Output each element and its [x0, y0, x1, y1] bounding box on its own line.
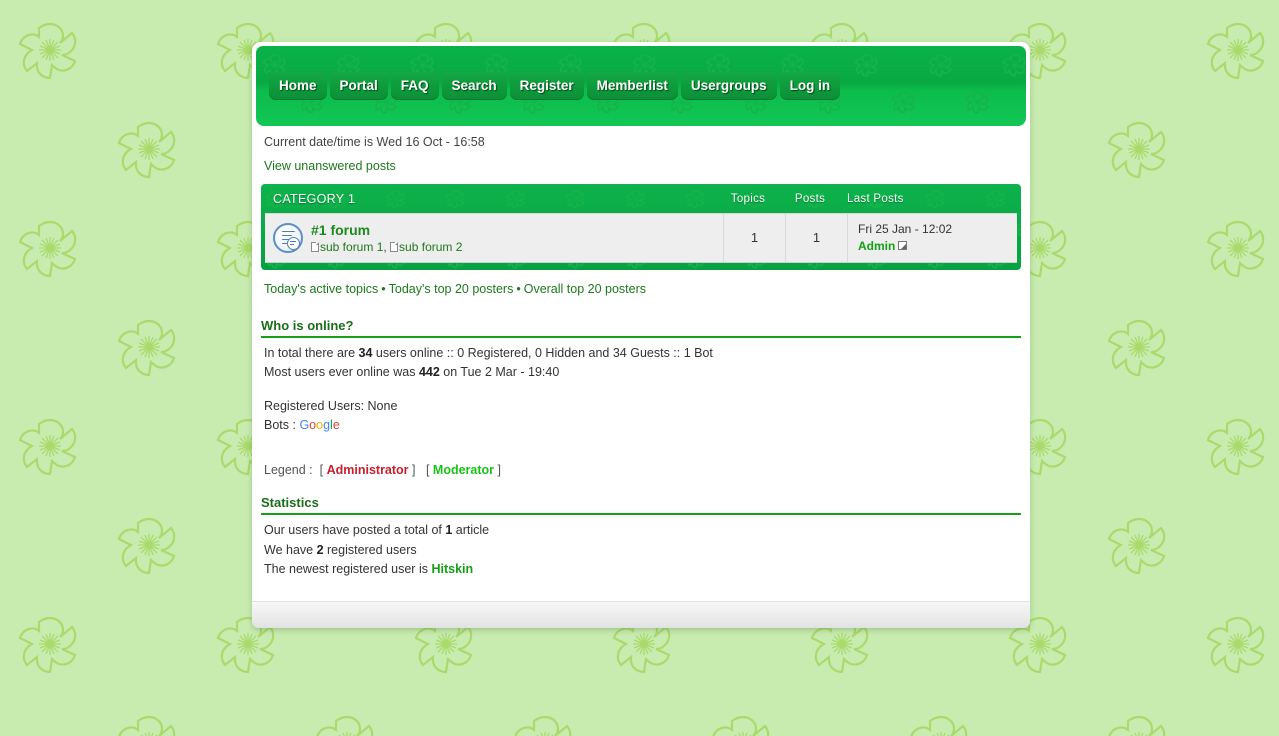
category-header: CATEGORY 1 Topics Posts Last Posts — [261, 184, 1021, 213]
online-total-line: In total there are 34 users online :: 0 … — [264, 344, 1024, 363]
page-icon — [390, 241, 399, 252]
stat-posted-prefix: Our users have posted a total of — [264, 523, 446, 538]
record-suffix: on Tue 2 Mar - 19:40 — [439, 365, 560, 380]
stat-newest-user: The newest registered user is Hitskin — [264, 560, 1024, 579]
topics-count-cell: 1 — [723, 214, 785, 262]
posts-count-cell: 1 — [785, 214, 847, 262]
view-last-post-icon[interactable] — [898, 241, 908, 251]
nav-item-search[interactable]: Search — [441, 72, 507, 100]
legend-bracket-open: [ — [425, 463, 430, 478]
main-navigation: Home Portal FAQ Search Register Memberli… — [269, 72, 841, 100]
who-is-online-heading: Who is online? — [261, 318, 1021, 338]
online-total-suffix: users online :: 0 Registered, 0 Hidden a… — [372, 345, 713, 360]
link-todays-top-20-posters[interactable]: Today's top 20 posters — [389, 282, 514, 296]
legend-bracket-close: ] — [497, 463, 501, 478]
stat-total-posts: Our users have posted a total of 1 artic… — [264, 521, 1024, 540]
nav-item-usergroups[interactable]: Usergroups — [680, 72, 777, 100]
online-record-line: Most users ever online was 442 on Tue 2 … — [264, 363, 1024, 382]
last-post-author-row: Admin — [858, 238, 1011, 255]
last-post-date: Fri 25 Jan - 12:02 — [858, 222, 953, 236]
category-title[interactable]: CATEGORY 1 — [273, 192, 717, 206]
last-post-cell: Fri 25 Jan - 12:02 Admin — [847, 214, 1017, 262]
legend-moderator: Moderator — [432, 463, 495, 478]
link-todays-active-topics[interactable]: Today's active topics — [264, 282, 378, 296]
record-count: 442 — [418, 365, 440, 380]
view-unanswered-posts-link[interactable]: View unanswered posts — [264, 159, 396, 173]
stat-posted-suffix: article — [452, 523, 490, 538]
subforum-link-1[interactable]: sub forum 1 — [320, 240, 383, 254]
link-separator: • — [516, 281, 521, 296]
statistics-body: Our users have posted a total of 1 artic… — [258, 515, 1024, 579]
quick-links-row: Today's active topics • Today's top 20 pos… — [258, 270, 1024, 296]
newest-user-link[interactable]: Hitskin — [431, 562, 473, 576]
who-is-online-body: In total there are 34 users online :: 0 … — [258, 338, 1024, 436]
nav-item-faq[interactable]: FAQ — [390, 72, 439, 100]
column-header-topics: Topics — [730, 192, 766, 205]
stat-users-suffix: registered users — [323, 542, 417, 557]
forum-info: #1 forum sub forum 1, sub forum 2 — [311, 222, 462, 254]
forum-page-container: Home Portal FAQ Search Register Memberli… — [252, 42, 1030, 628]
stat-users-count: 2 — [316, 542, 324, 557]
page-icon — [311, 241, 319, 252]
current-datetime: Current date/time is Wed 16 Oct - 16:58 — [264, 135, 485, 149]
legend-label: Legend : — [264, 463, 313, 478]
forum-title-link[interactable]: #1 forum — [311, 222, 370, 238]
registered-users-line: Registered Users: None — [264, 398, 398, 413]
forum-icon-badge — [287, 236, 300, 250]
online-total-count: 34 — [358, 345, 373, 360]
nav-item-register[interactable]: Register — [509, 72, 584, 100]
last-post-author-link[interactable]: Admin — [858, 239, 895, 253]
stat-registered-users: We have 2 registered users — [264, 541, 1024, 560]
legend-bracket-open: [ — [319, 463, 324, 478]
column-header-posts: Posts — [794, 192, 826, 205]
nav-item-portal[interactable]: Portal — [329, 72, 388, 100]
online-total-prefix: In total there are — [264, 345, 359, 360]
link-separator: • — [381, 281, 386, 296]
stat-users-prefix: We have — [264, 542, 317, 557]
nav-item-login[interactable]: Log in — [779, 72, 841, 100]
forum-category-block: CATEGORY 1 Topics Posts Last Posts #1 fo… — [261, 184, 1021, 270]
legend-bracket-close: ] — [412, 463, 416, 478]
column-header-last-posts: Last Posts — [847, 192, 904, 205]
record-prefix: Most users ever online was — [264, 365, 419, 380]
user-rank-legend: Legend : [ Administrator ] [ Moderator ] — [258, 435, 1024, 477]
subforum-separator: , — [383, 239, 391, 254]
forum-cell: #1 forum sub forum 1, sub forum 2 — [265, 214, 723, 262]
link-overall-top-20-posters[interactable]: Overall top 20 posters — [524, 282, 646, 296]
bots-label: Bots : — [264, 417, 300, 432]
legend-administrator: Administrator — [326, 463, 409, 478]
site-header: Home Portal FAQ Search Register Memberli… — [256, 46, 1026, 126]
bot-name-google[interactable]: Google — [299, 418, 339, 432]
stat-newest-prefix: The newest registered user is — [264, 562, 432, 577]
subforum-list: sub forum 1, sub forum 2 — [311, 240, 462, 254]
subforum-link-2[interactable]: sub forum 2 — [399, 240, 462, 254]
nav-item-home[interactable]: Home — [269, 72, 327, 100]
statistics-heading: Statistics — [261, 495, 1021, 516]
no-new-posts-icon — [273, 222, 303, 253]
table-row: #1 forum sub forum 1, sub forum 2 1 1 Fr… — [265, 213, 1017, 263]
footer-strip — [252, 601, 1030, 628]
nav-item-memberlist[interactable]: Memberlist — [586, 72, 678, 100]
bots-line: Bots : Google — [264, 416, 1024, 435]
